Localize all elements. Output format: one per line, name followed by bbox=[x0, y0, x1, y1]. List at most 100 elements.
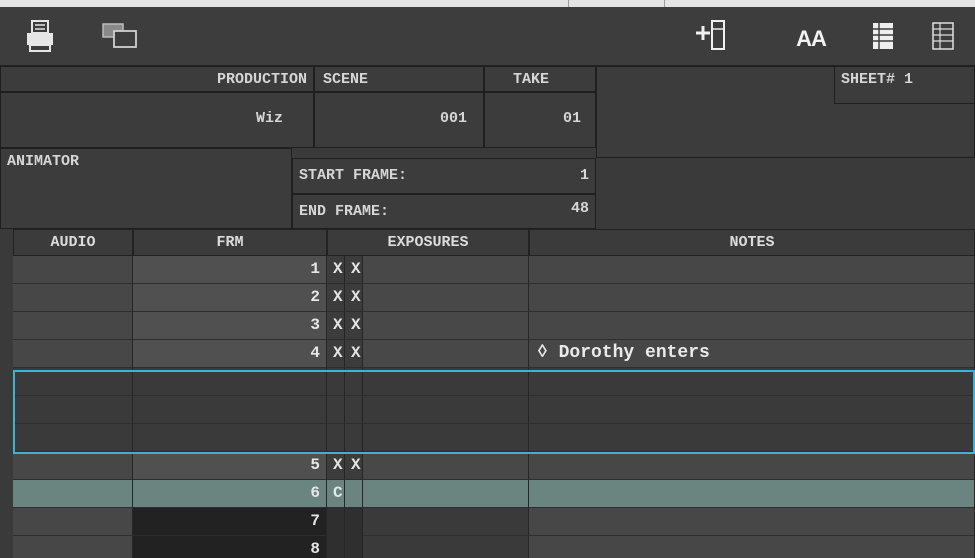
frame-row[interactable]: 1XX bbox=[13, 256, 975, 284]
exposure-cell[interactable] bbox=[345, 480, 363, 508]
exposure-cell[interactable]: X bbox=[327, 256, 345, 284]
exposure-cell[interactable] bbox=[363, 284, 529, 312]
take-value[interactable]: 01 bbox=[484, 92, 596, 148]
exposure-cell[interactable] bbox=[363, 424, 529, 452]
exposure-cell[interactable] bbox=[363, 340, 529, 368]
frame-number-cell[interactable]: 2 bbox=[133, 284, 327, 312]
exposure-cell[interactable] bbox=[363, 536, 529, 558]
exposure-cell[interactable]: X bbox=[327, 284, 345, 312]
audio-cell[interactable] bbox=[13, 424, 133, 452]
frame-number-cell[interactable]: 7 bbox=[133, 508, 327, 536]
frame-number-cell[interactable]: 8 bbox=[133, 536, 327, 558]
audio-cell[interactable] bbox=[13, 312, 133, 340]
scene-label: SCENE bbox=[314, 66, 484, 92]
scene-value[interactable]: 001 bbox=[314, 92, 484, 148]
audio-cell[interactable] bbox=[13, 256, 133, 284]
frame-number-cell[interactable]: 6 bbox=[133, 480, 327, 508]
exposure-cell[interactable] bbox=[345, 424, 363, 452]
frame-number-cell[interactable]: 1 bbox=[133, 256, 327, 284]
exposure-cell[interactable]: X bbox=[327, 452, 345, 480]
exposure-cell[interactable] bbox=[345, 536, 363, 558]
exposure-sheet-app: AA PRODUCTION SCENE TAKE SHEET# 1 Wiz 00… bbox=[0, 0, 975, 558]
frame-row[interactable] bbox=[13, 396, 975, 424]
exposure-cell[interactable] bbox=[363, 480, 529, 508]
animator-label[interactable]: ANIMATOR bbox=[0, 148, 292, 229]
production-value[interactable]: Wiz bbox=[0, 92, 314, 148]
production-label: PRODUCTION bbox=[0, 66, 314, 92]
exposure-cell[interactable] bbox=[345, 396, 363, 424]
frame-row[interactable] bbox=[13, 424, 975, 452]
exposure-cell[interactable] bbox=[327, 396, 345, 424]
notes-cell[interactable] bbox=[529, 256, 975, 284]
notes-cell[interactable] bbox=[529, 368, 975, 396]
exposure-cell[interactable] bbox=[327, 424, 345, 452]
window-icon[interactable] bbox=[100, 7, 140, 65]
list-view-icon[interactable] bbox=[868, 7, 898, 65]
notes-cell[interactable] bbox=[529, 452, 975, 480]
audio-cell[interactable] bbox=[13, 340, 133, 368]
frm-column-header: FRM bbox=[133, 229, 327, 256]
exposure-cell[interactable] bbox=[363, 396, 529, 424]
exposure-cell[interactable]: X bbox=[345, 312, 363, 340]
frame-number-cell[interactable]: 4 bbox=[133, 340, 327, 368]
frame-number-cell[interactable] bbox=[133, 368, 327, 396]
window-top-strip bbox=[0, 0, 975, 7]
frame-row[interactable]: 4 X X ◊ Dorothy enters bbox=[13, 340, 975, 368]
grid-view-icon[interactable] bbox=[928, 7, 958, 65]
frame-number-cell[interactable] bbox=[133, 396, 327, 424]
audio-cell[interactable] bbox=[13, 396, 133, 424]
notes-cell[interactable] bbox=[529, 284, 975, 312]
font-size-label: AA bbox=[796, 26, 827, 51]
exposures-column-header: EXPOSURES bbox=[327, 229, 529, 256]
printer-icon[interactable] bbox=[22, 7, 58, 65]
exposure-cell[interactable] bbox=[363, 508, 529, 536]
add-page-icon[interactable] bbox=[692, 7, 732, 65]
exposure-cell[interactable] bbox=[363, 256, 529, 284]
audio-cell[interactable] bbox=[13, 536, 133, 558]
frame-row[interactable]: 7 bbox=[13, 508, 975, 536]
end-frame-value[interactable]: 48 bbox=[520, 194, 596, 229]
notes-cell[interactable] bbox=[529, 312, 975, 340]
sheet-number[interactable]: SHEET# 1 bbox=[834, 66, 975, 104]
notes-cell[interactable]: ◊ Dorothy enters bbox=[529, 340, 975, 368]
frame-number-cell[interactable] bbox=[133, 424, 327, 452]
notes-cell[interactable] bbox=[529, 424, 975, 452]
exposure-cell[interactable]: X bbox=[345, 256, 363, 284]
exposure-cell[interactable]: X bbox=[345, 340, 363, 368]
font-size-button[interactable]: AA bbox=[788, 7, 834, 65]
top-strip-divider bbox=[664, 0, 665, 7]
exposure-cell[interactable] bbox=[327, 508, 345, 536]
notes-cell[interactable] bbox=[529, 508, 975, 536]
exposure-cell[interactable]: X bbox=[327, 340, 345, 368]
audio-cell[interactable] bbox=[13, 368, 133, 396]
audio-cell[interactable] bbox=[13, 480, 133, 508]
exposure-cell[interactable] bbox=[327, 536, 345, 558]
notes-column-header: NOTES bbox=[529, 229, 975, 256]
exposure-cell[interactable] bbox=[327, 368, 345, 396]
exposure-cell[interactable] bbox=[363, 452, 529, 480]
notes-cell[interactable] bbox=[529, 480, 975, 508]
exposure-cell[interactable]: X bbox=[345, 452, 363, 480]
frame-row[interactable]: 8 bbox=[13, 536, 975, 558]
frame-number-cell[interactable]: 5 bbox=[133, 452, 327, 480]
exposure-cell[interactable] bbox=[363, 312, 529, 340]
notes-cell[interactable] bbox=[529, 536, 975, 558]
frame-number-cell[interactable]: 3 bbox=[133, 312, 327, 340]
frame-row[interactable] bbox=[13, 368, 975, 396]
frame-row[interactable]: 3XX bbox=[13, 312, 975, 340]
exposure-cell[interactable]: X bbox=[345, 284, 363, 312]
exposure-cell[interactable] bbox=[345, 368, 363, 396]
exposure-cell[interactable]: C bbox=[327, 480, 345, 508]
exposure-cell[interactable] bbox=[345, 508, 363, 536]
audio-cell[interactable] bbox=[13, 452, 133, 480]
exposure-cell[interactable] bbox=[363, 368, 529, 396]
exposure-cell[interactable]: X bbox=[327, 312, 345, 340]
start-frame-value[interactable]: 1 bbox=[520, 158, 596, 194]
frame-row[interactable]: 2XX bbox=[13, 284, 975, 312]
audio-cell[interactable] bbox=[13, 508, 133, 536]
frame-row[interactable]: 6C bbox=[13, 480, 975, 508]
notes-cell[interactable] bbox=[529, 396, 975, 424]
audio-cell[interactable] bbox=[13, 284, 133, 312]
frame-row[interactable]: 5XX bbox=[13, 452, 975, 480]
take-label: TAKE bbox=[484, 66, 596, 92]
